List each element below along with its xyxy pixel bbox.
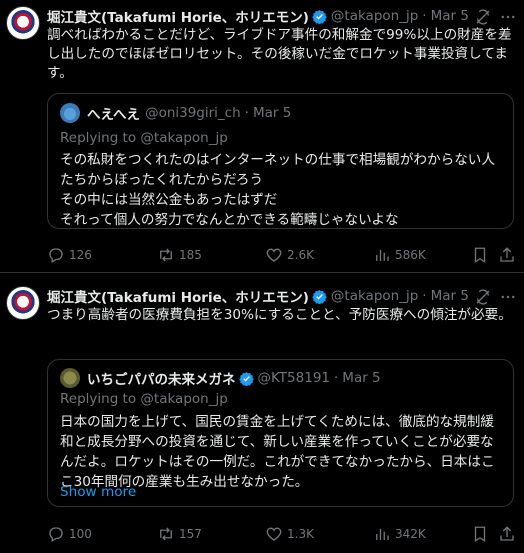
tweet-header: 堀江貴文(Takafumi Horie、ホリエモン) @takapon_jp ·… xyxy=(47,286,469,306)
quote-text: 日本の国力を上げて、国民の賃金を上げてくためには、徹底的な規制緩和と成長分野への… xyxy=(60,414,495,490)
tweet-text: 調べればわかることだけど、ライブドア事件の和解金で99%以上の財産を差し出したの… xyxy=(47,27,512,81)
author-handle[interactable]: @takapon_jp xyxy=(331,8,418,24)
replying-to: Replying to @takapon_jp xyxy=(60,391,228,407)
reply-count: 126 xyxy=(69,248,92,262)
repost-count: 185 xyxy=(179,248,202,262)
replying-to: Replying to @takapon_jp xyxy=(60,130,228,146)
share-icon xyxy=(500,247,514,262)
bookmark-icon xyxy=(474,247,486,264)
views-button[interactable]: 342K xyxy=(373,524,426,544)
grok-icon[interactable] xyxy=(474,288,492,306)
quote-date: Mar 5 xyxy=(342,370,381,386)
quote-header: へえへえ @oni39giri_ch · Mar 5 xyxy=(60,103,291,123)
share-button[interactable] xyxy=(498,524,516,544)
tweet-text: つまり高齢者の医療費負担を30%にすることと、予防医療への傾注が必要。 xyxy=(47,307,512,323)
quoted-tweet[interactable]: へえへえ @oni39giri_ch · Mar 5 Replying to @… xyxy=(47,93,514,229)
tweet-actions: 100 157 1.3K 342K xyxy=(47,524,517,544)
tweet-2[interactable]: 堀江貴文(Takafumi Horie、ホリエモン) @takapon_jp ·… xyxy=(0,284,524,553)
more-icon[interactable] xyxy=(499,288,517,306)
grok-icon[interactable] xyxy=(474,8,492,26)
repost-button[interactable]: 185 xyxy=(157,245,202,265)
views-icon xyxy=(376,249,389,261)
repost-button[interactable]: 157 xyxy=(157,524,202,544)
repost-count: 157 xyxy=(179,527,202,541)
like-icon xyxy=(266,527,282,541)
like-button[interactable]: 1.3K xyxy=(265,524,314,544)
bookmark-button[interactable] xyxy=(471,245,489,265)
quoted-tweet[interactable]: いちごパパの未来メガネ @KT58191 · Mar 5 Replying to… xyxy=(47,359,514,507)
repost-icon xyxy=(160,248,172,262)
show-more-link[interactable]: Show more xyxy=(60,484,136,500)
author-name[interactable]: 堀江貴文(Takafumi Horie、ホリエモン) xyxy=(47,6,309,26)
quote-handle[interactable]: @KT58191 xyxy=(258,370,331,386)
dot-separator: · xyxy=(422,8,427,24)
like-count: 1.3K xyxy=(287,527,314,541)
quote-author-name[interactable]: へえへえ xyxy=(87,103,140,123)
views-icon xyxy=(376,528,389,540)
like-icon xyxy=(266,248,282,262)
tweet-divider xyxy=(0,272,524,273)
tweet-date[interactable]: Mar 5 xyxy=(431,288,469,304)
like-count: 2.6K xyxy=(287,248,314,262)
share-icon xyxy=(500,526,514,541)
reply-icon xyxy=(49,527,63,542)
author-handle[interactable]: @takapon_jp xyxy=(331,288,418,304)
reply-icon xyxy=(49,248,63,263)
like-button[interactable]: 2.6K xyxy=(265,245,314,265)
reply-button[interactable]: 100 xyxy=(47,524,92,544)
tweet-date[interactable]: Mar 5 xyxy=(431,8,469,24)
repost-icon xyxy=(160,527,172,541)
verified-icon xyxy=(238,371,254,386)
reply-count: 100 xyxy=(69,527,92,541)
dot-separator: · xyxy=(334,370,339,386)
dot-separator: · xyxy=(244,105,249,121)
quote-author-name[interactable]: いちごパパの未来メガネ xyxy=(87,368,236,388)
dot-separator: · xyxy=(422,288,427,304)
author-name[interactable]: 堀江貴文(Takafumi Horie、ホリエモン) xyxy=(47,286,309,306)
more-icon[interactable] xyxy=(499,8,517,26)
quote-date: Mar 5 xyxy=(252,105,292,121)
quote-text: その私財をつくれたのはインターネットの仕事で相場観がわからない人たちからぼったく… xyxy=(60,152,495,228)
quote-header: いちごパパの未来メガネ @KT58191 · Mar 5 xyxy=(60,368,381,388)
tweet-header: 堀江貴文(Takafumi Horie、ホリエモン) @takapon_jp ·… xyxy=(47,6,469,26)
tweet-1[interactable]: 堀江貴文(Takafumi Horie、ホリエモン) @takapon_jp ·… xyxy=(0,0,524,270)
quote-avatar[interactable] xyxy=(60,103,80,123)
verified-icon xyxy=(312,289,327,304)
quote-avatar[interactable] xyxy=(60,368,80,388)
tweet-actions: 126 185 2.6K 586K xyxy=(47,245,517,265)
view-count: 586K xyxy=(395,248,426,262)
verified-icon xyxy=(312,9,327,24)
views-button[interactable]: 586K xyxy=(373,245,426,265)
bookmark-icon xyxy=(474,526,486,543)
view-count: 342K xyxy=(395,527,426,541)
reply-button[interactable]: 126 xyxy=(47,245,92,265)
share-button[interactable] xyxy=(498,245,516,265)
bookmark-button[interactable] xyxy=(471,524,489,544)
author-avatar[interactable] xyxy=(6,6,40,40)
author-avatar[interactable] xyxy=(6,286,40,320)
quote-handle[interactable]: @oni39giri_ch xyxy=(145,105,241,121)
